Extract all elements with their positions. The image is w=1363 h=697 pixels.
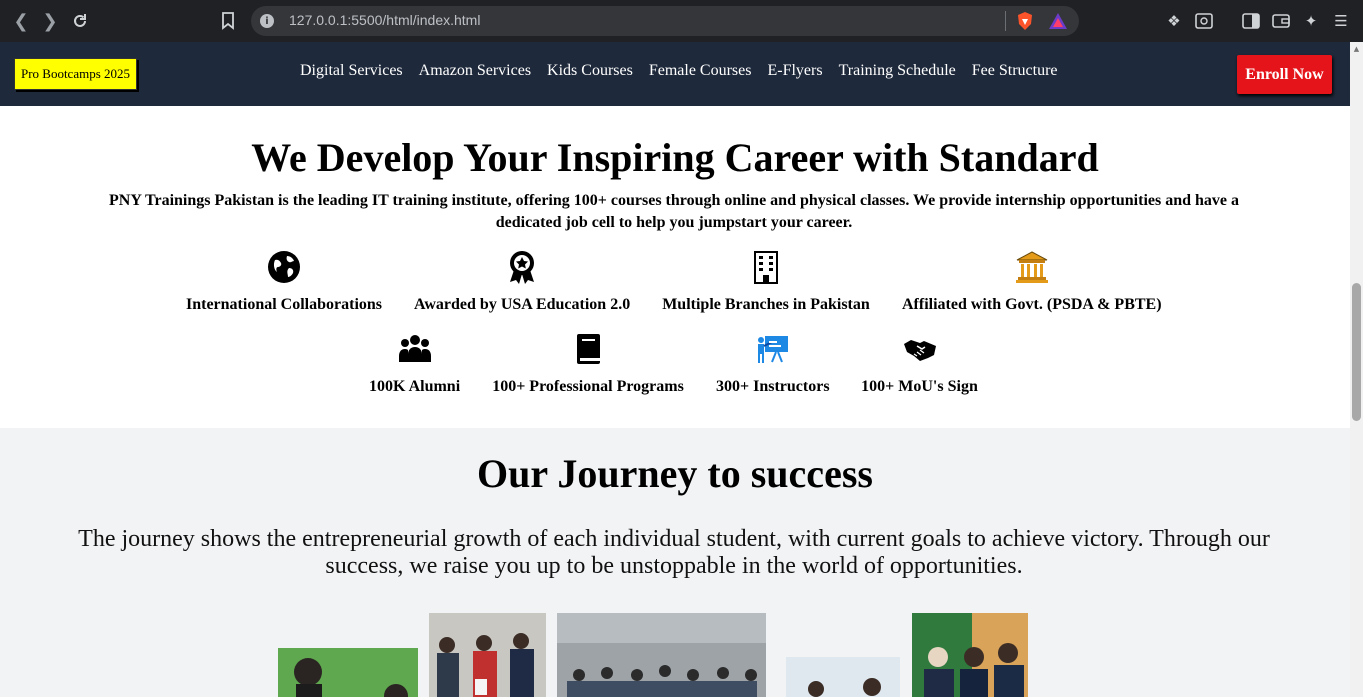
journey-description: The journey shows the entrepreneurial gr… (78, 526, 1270, 579)
page-scrollbar-thumb[interactable] (1352, 283, 1361, 421)
journey-photo (557, 613, 766, 697)
nav-link-female-courses[interactable]: Female Courses (649, 62, 752, 80)
hero-title: We Develop Your Inspiring Career with St… (251, 135, 1099, 180)
nav-link-amazon-services[interactable]: Amazon Services (419, 62, 531, 80)
feature-item: 100K Alumni (369, 332, 460, 396)
feature-item: 300+ Instructors (716, 332, 830, 396)
nav-link-kids-courses[interactable]: Kids Courses (547, 62, 633, 80)
journey-photo (912, 613, 1028, 697)
reload-icon[interactable] (67, 8, 93, 34)
site-info-icon[interactable]: i (260, 14, 274, 28)
globe-icon (268, 251, 300, 283)
feature-label: 300+ Instructors (716, 378, 830, 395)
menu-icon[interactable]: ☰ (1330, 10, 1352, 32)
nav-link-fee-structure[interactable]: Fee Structure (972, 62, 1058, 80)
feature-label: International Collaborations (186, 296, 383, 313)
feature-item: International Collaborations (186, 250, 382, 314)
award-badge-icon (510, 251, 534, 284)
feature-label: Affiliated with Govt. (PSDA & PBTE) (902, 296, 1162, 313)
tab-search-icon[interactable] (1193, 10, 1215, 32)
journey-photo (786, 657, 900, 697)
brave-shield-icon[interactable] (1014, 10, 1036, 32)
nav-link-training-schedule[interactable]: Training Schedule (839, 62, 956, 80)
handshake-icon (903, 340, 936, 361)
bookmark-icon[interactable] (217, 10, 239, 32)
extensions-icon[interactable]: ❖ (1163, 10, 1185, 32)
scroll-up-arrow-icon[interactable]: ▲ (1352, 45, 1361, 53)
government-building-icon (1015, 251, 1048, 283)
people-group-icon (398, 335, 431, 362)
book-icon (577, 334, 600, 364)
sidebar-icon[interactable] (1240, 10, 1262, 32)
teacher-board-icon (757, 336, 788, 363)
feature-label: Multiple Branches in Pakistan (662, 296, 870, 313)
feature-item: Awarded by USA Education 2.0 (414, 250, 630, 314)
nav-link-digital-services[interactable]: Digital Services (300, 62, 403, 80)
rewards-triangle-icon[interactable] (1047, 10, 1069, 32)
feature-item: Multiple Branches in Pakistan (662, 250, 870, 314)
hero-description: PNY Trainings Pakistan is the leading IT… (108, 192, 1240, 231)
browser-toolbar: ❮ ❯ i 127.0.0.1:5500/html/index.html ❖ ✦… (0, 0, 1363, 42)
brand-badge[interactable]: Pro Bootcamps 2025 (14, 58, 137, 90)
url-divider (1005, 11, 1006, 31)
hero-section: We Develop Your Inspiring Career with St… (0, 106, 1350, 428)
leo-ai-icon[interactable]: ✦ (1300, 10, 1322, 32)
feature-label: 100+ MoU's Sign (861, 378, 978, 395)
feature-label: Awarded by USA Education 2.0 (414, 296, 631, 313)
feature-item: Affiliated with Govt. (PSDA & PBTE) (902, 250, 1162, 314)
site-navbar: Pro Bootcamps 2025 Digital Services Amaz… (0, 42, 1350, 106)
url-text[interactable]: 127.0.0.1:5500/html/index.html (289, 12, 480, 28)
journey-title: Our Journey to success (477, 451, 873, 496)
journey-photo (278, 648, 418, 697)
wallet-icon[interactable] (1270, 10, 1292, 32)
chevron-left-icon[interactable]: ❮ (8, 8, 34, 34)
chevron-right-icon[interactable]: ❯ (37, 8, 63, 34)
feature-label: 100K Alumni (369, 378, 461, 395)
nav-link-e-flyers[interactable]: E-Flyers (767, 62, 822, 80)
journey-photo (429, 613, 546, 697)
enroll-now-button[interactable]: Enroll Now (1237, 55, 1332, 94)
feature-label: 100+ Professional Programs (492, 378, 684, 395)
journey-section: Our Journey to success The journey shows… (0, 428, 1350, 697)
feature-item: 100+ Professional Programs (492, 332, 684, 396)
feature-item: 100+ MoU's Sign (861, 332, 978, 396)
building-icon (754, 251, 778, 284)
nav-links: Digital Services Amazon Services Kids Co… (300, 62, 1058, 80)
